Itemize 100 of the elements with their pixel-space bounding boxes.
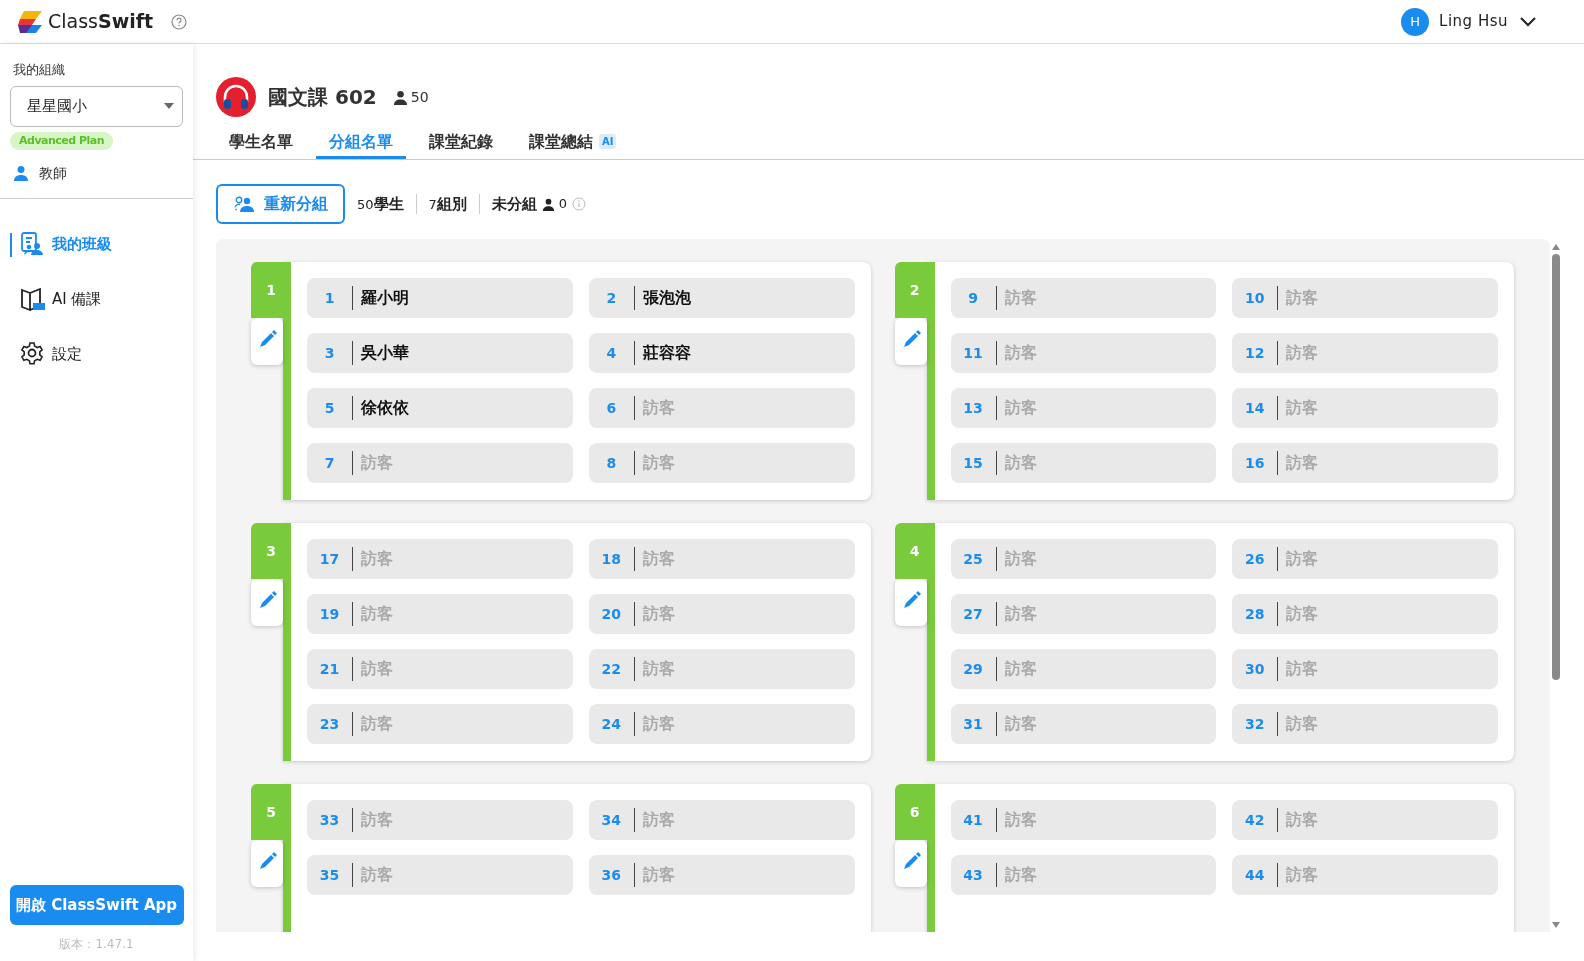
user-menu[interactable]: H Ling Hsu [1401, 7, 1536, 36]
student-slot[interactable]: 20 訪客 [588, 594, 855, 634]
student-name: 訪客 [1004, 713, 1037, 735]
student-name: 訪客 [1286, 603, 1319, 625]
pencil-icon[interactable] [894, 840, 927, 887]
student-slot[interactable]: 14 訪客 [1232, 388, 1498, 428]
student-slot[interactable]: 30 訪客 [1232, 649, 1498, 689]
student-slot[interactable]: 8 訪客 [588, 443, 855, 483]
tab[interactable]: 學生名單 [216, 127, 306, 159]
seat-number: 5 [323, 398, 336, 418]
student-name: 訪客 [1286, 452, 1319, 474]
student-slot[interactable]: 12 訪客 [1232, 333, 1498, 373]
seat-number: 32 [1244, 714, 1266, 734]
student-slot[interactable]: 13 訪客 [950, 388, 1217, 428]
ai-badge: AI [599, 134, 617, 149]
student-slot[interactable]: 35 訪客 [307, 855, 573, 895]
seat-number: 41 [962, 810, 984, 830]
seat-number: 21 [318, 659, 341, 679]
chevron-down-icon [1520, 16, 1536, 27]
student-slot[interactable]: 43 訪客 [950, 855, 1217, 895]
person-icon [13, 165, 29, 181]
regroup-button[interactable]: 重新分組 [216, 184, 345, 224]
student-name: 訪客 [642, 603, 675, 625]
seat-number: 43 [962, 865, 984, 885]
help-icon[interactable] [171, 13, 188, 30]
sidebar-item[interactable]: 我的班級 [0, 216, 193, 272]
student-slot[interactable]: 31 訪客 [950, 704, 1217, 744]
student-slot[interactable]: 3 吳小華 [307, 333, 573, 373]
student-name: 羅小明 [361, 287, 409, 309]
tab[interactable]: 分組名單 [316, 127, 406, 159]
student-name: 訪客 [1004, 548, 1037, 570]
pencil-icon[interactable] [251, 840, 283, 887]
student-slot[interactable]: 1 羅小明 [307, 278, 573, 318]
student-slot[interactable]: 10 訪客 [1232, 278, 1498, 318]
student-slot[interactable]: 15 訪客 [950, 443, 1217, 483]
pencil-icon[interactable] [251, 579, 283, 626]
org-select[interactable]: 星星國小 [10, 85, 183, 127]
seat-number: 7 [323, 453, 336, 473]
student-slot[interactable]: 26 訪客 [1232, 539, 1498, 579]
pencil-icon[interactable] [894, 579, 927, 626]
student-slot[interactable]: 21 訪客 [307, 649, 573, 689]
student-slot[interactable]: 16 訪客 [1232, 443, 1498, 483]
sidebar-item[interactable]: AI 備課 [0, 271, 193, 327]
student-slot[interactable]: 28 訪客 [1232, 594, 1498, 634]
student-slot[interactable]: 33 訪客 [307, 800, 573, 840]
student-slot[interactable]: 29 訪客 [950, 649, 1217, 689]
student-slot[interactable]: 4 莊容容 [588, 333, 855, 373]
student-slot[interactable]: 44 訪客 [1232, 855, 1498, 895]
student-name: 訪客 [1286, 287, 1319, 309]
student-slot[interactable]: 11 訪客 [950, 333, 1217, 373]
student-name: 訪客 [361, 548, 393, 570]
student-slot[interactable]: 19 訪客 [307, 594, 573, 634]
student-slot[interactable]: 5 徐依依 [307, 388, 573, 428]
scroll-down-icon[interactable] [1552, 922, 1560, 928]
student-slot[interactable]: 34 訪客 [588, 800, 855, 840]
student-name: 訪客 [642, 548, 675, 570]
student-name: 徐依依 [361, 397, 409, 419]
seat-number: 13 [962, 398, 984, 418]
student-slot[interactable]: 41 訪客 [950, 800, 1217, 840]
student-slot[interactable]: 32 訪客 [1232, 704, 1498, 744]
seat-number: 31 [962, 714, 984, 734]
class-roster-icon [20, 231, 46, 257]
seat-number: 2 [605, 288, 618, 308]
student-slot[interactable]: 6 訪客 [588, 388, 855, 428]
seat-number: 23 [318, 714, 341, 734]
student-slot[interactable]: 9 訪客 [950, 278, 1217, 318]
student-slot[interactable]: 7 訪客 [307, 443, 573, 483]
student-slot[interactable]: 24 訪客 [588, 704, 855, 744]
tab[interactable]: 課堂紀錄 [416, 127, 506, 159]
student-slot[interactable]: 27 訪客 [950, 594, 1217, 634]
sidebar-item[interactable]: 設定 [0, 326, 193, 382]
student-name: 訪客 [361, 658, 393, 680]
student-slot[interactable]: 25 訪客 [950, 539, 1217, 579]
student-slot[interactable]: 18 訪客 [588, 539, 855, 579]
seat-number: 11 [962, 343, 984, 363]
student-slot[interactable]: 23 訪客 [307, 704, 573, 744]
student-slot[interactable]: 17 訪客 [307, 539, 573, 579]
seat-number: 12 [1244, 343, 1266, 363]
student-name: 訪客 [642, 864, 675, 886]
student-slot[interactable]: 42 訪客 [1232, 800, 1498, 840]
user-avatar: H [1401, 7, 1430, 36]
student-name: 訪客 [1004, 287, 1037, 309]
pencil-icon[interactable] [894, 318, 927, 365]
tab[interactable]: 課堂總結 AI [516, 127, 630, 159]
pencil-icon[interactable] [251, 318, 283, 365]
seat-number: 34 [600, 810, 622, 830]
book-icon [20, 286, 46, 312]
scroll-up-icon[interactable] [1552, 244, 1560, 250]
info-icon [572, 197, 587, 211]
seat-number: 35 [318, 865, 341, 885]
student-name: 訪客 [1004, 809, 1037, 831]
student-slot[interactable]: 22 訪客 [588, 649, 855, 689]
student-name: 訪客 [361, 809, 393, 831]
student-slot[interactable]: 2 張泡泡 [588, 278, 855, 318]
student-slot[interactable]: 36 訪客 [588, 855, 855, 895]
student-name: 訪客 [1286, 548, 1319, 570]
student-name: 訪客 [1286, 713, 1319, 735]
dropdown-caret-icon [164, 103, 174, 109]
open-app-button[interactable]: 開啟 ClassSwift App [9, 885, 184, 925]
scrollbar-thumb[interactable] [1552, 254, 1560, 680]
